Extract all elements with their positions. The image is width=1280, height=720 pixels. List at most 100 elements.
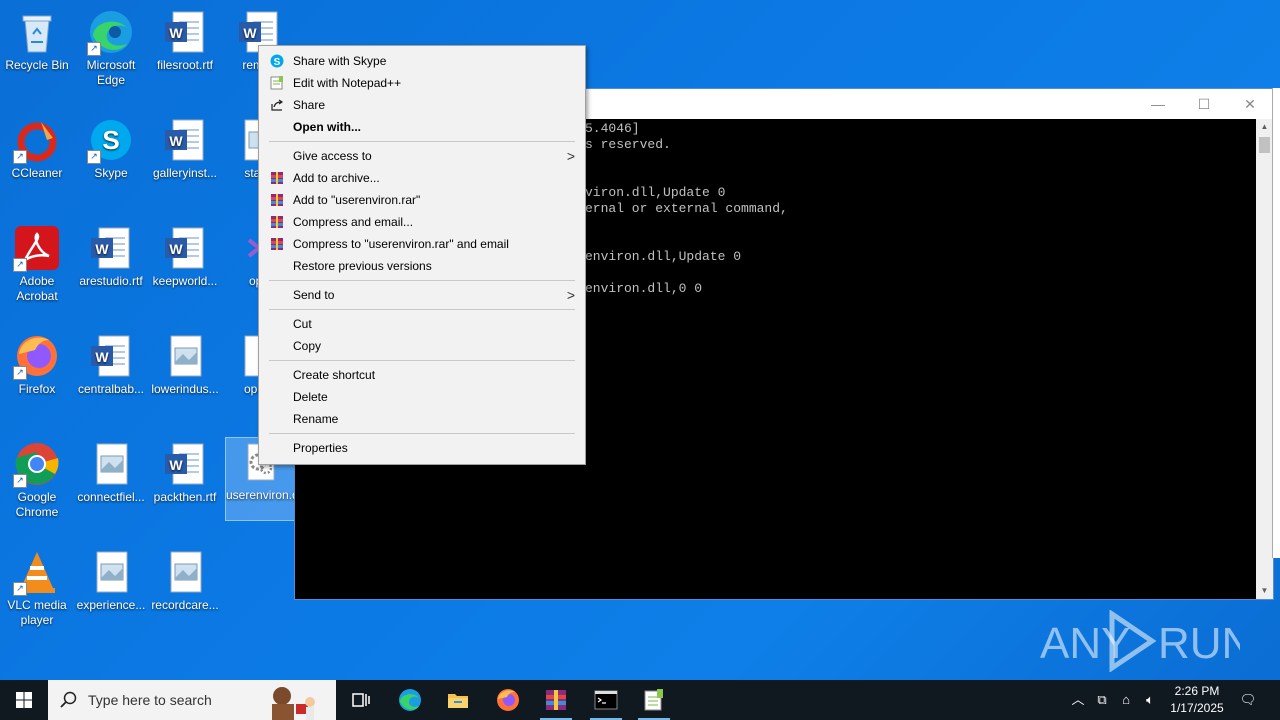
desktop-icon-microsoft-edge[interactable]: ↗ Microsoft Edge — [74, 8, 148, 88]
taskbar-search-box[interactable]: Type here to search — [48, 680, 336, 720]
menu-item-edit-with-notepadpp[interactable]: Edit with Notepad++ — [259, 72, 585, 94]
desktop-icon-vlc[interactable]: ↗ VLC media player — [0, 548, 74, 628]
winrar-icon — [546, 690, 566, 710]
menu-item-copy[interactable]: Copy — [259, 335, 585, 357]
search-icon — [60, 691, 77, 708]
cmd-icon — [594, 690, 618, 710]
word-doc-icon: W — [87, 332, 135, 380]
desktop-icon-filesroot[interactable]: W filesroot.rtf — [148, 8, 222, 73]
maximize-button[interactable]: ☐ — [1181, 89, 1227, 119]
clock-date: 1/17/2025 — [1170, 701, 1224, 715]
console-line: environ.dll,0 0 — [585, 281, 703, 296]
volume-icon[interactable]: 🔈︎ — [1140, 690, 1160, 710]
taskbar-file-explorer[interactable] — [434, 680, 482, 720]
taskbar-edge[interactable] — [386, 680, 434, 720]
icon-label: Skype — [94, 166, 128, 180]
winrar-icon — [271, 216, 283, 228]
menu-item-open-with[interactable]: Open with... — [259, 116, 585, 138]
icon-label: Google Chrome — [15, 490, 59, 519]
menu-item-create-shortcut[interactable]: Create shortcut — [259, 364, 585, 386]
desktop-icon-galleryinst[interactable]: W galleryinst... — [148, 116, 222, 181]
desktop-icon-keepworld[interactable]: W keepworld... — [148, 224, 222, 289]
menu-item-add-to-archive[interactable]: Add to archive... — [259, 167, 585, 189]
icon-label: Microsoft Edge — [86, 58, 136, 87]
taskbar-winrar[interactable] — [532, 680, 580, 720]
svg-text:W: W — [95, 241, 109, 257]
taskbar-task-view[interactable] — [336, 680, 384, 720]
notifications-icon[interactable]: 🗨︎ — [1238, 690, 1258, 710]
taskbar-notepadpp[interactable] — [630, 680, 678, 720]
desktop-icon-recordcare[interactable]: recordcare... — [148, 548, 222, 613]
menu-item-add-to-rar[interactable]: Add to "userenviron.rar" — [259, 189, 585, 211]
taskbar-cmd[interactable] — [582, 680, 630, 720]
svg-text:S: S — [274, 57, 281, 68]
desktop-icon-ccleaner[interactable]: ↗ CCleaner — [0, 116, 74, 181]
chevron-right-icon: > — [566, 148, 575, 164]
desktop-icon-experience[interactable]: experience... — [74, 548, 148, 613]
console-line: s reserved. — [585, 137, 671, 152]
desktop-icon-centralbab[interactable]: W centralbab... — [74, 332, 148, 397]
scroll-up-icon[interactable]: ▲ — [1256, 119, 1273, 135]
word-doc-icon: W — [161, 8, 209, 56]
svg-text:W: W — [243, 25, 257, 41]
close-button[interactable]: ✕ — [1227, 89, 1273, 119]
icon-label: Firefox — [18, 382, 56, 396]
scroll-down-icon[interactable]: ▼ — [1256, 583, 1273, 599]
start-button[interactable] — [0, 680, 48, 720]
menu-item-cut[interactable]: Cut — [259, 313, 585, 335]
svg-text:S: S — [102, 125, 119, 155]
icon-label: keepworld... — [152, 274, 218, 288]
console-line: 5.4046] — [585, 121, 640, 136]
menu-item-delete[interactable]: Delete — [259, 386, 585, 408]
icon-label: userenviron.dll — [226, 488, 305, 502]
icon-label: lowerindus... — [151, 382, 219, 396]
desktop-icon-lowerindus[interactable]: lowerindus... — [148, 332, 222, 397]
menu-item-share[interactable]: Share — [259, 94, 585, 116]
word-doc-icon: W — [161, 224, 209, 272]
console-line: viron.dll,Update 0 — [585, 185, 726, 200]
icon-label: recordcare... — [151, 598, 219, 612]
chevron-right-icon: > — [566, 287, 575, 303]
desktop-icon-arestudio[interactable]: W arestudio.rtf — [74, 224, 148, 289]
menu-item-restore-previous-versions[interactable]: Restore previous versions — [259, 255, 585, 277]
menu-item-compress-and-email[interactable]: Compress and email... — [259, 211, 585, 233]
menu-item-share-with-skype[interactable]: S Share with Skype — [259, 50, 585, 72]
icon-label: VLC media player — [7, 598, 67, 627]
background-window-edge[interactable] — [1272, 88, 1280, 558]
taskbar-firefox[interactable] — [484, 680, 532, 720]
menu-item-compress-to-rar-and-email[interactable]: Compress to "userenviron.rar" and email — [259, 233, 585, 255]
watermark-text-left: ANY — [1040, 619, 1130, 668]
shortcut-arrow-icon: ↗ — [13, 366, 27, 380]
image-file-icon — [161, 332, 209, 380]
icon-label: CCleaner — [11, 166, 63, 180]
shortcut-arrow-icon: ↗ — [87, 150, 101, 164]
chevron-up-icon[interactable]: ︿ — [1068, 690, 1088, 710]
menu-item-properties[interactable]: Properties — [259, 437, 585, 459]
desktop-icon-adobe-acrobat[interactable]: ↗ Adobe Acrobat — [0, 224, 74, 304]
acrobat-icon: ↗ — [13, 224, 61, 272]
desktop-icon-recycle-bin[interactable]: Recycle Bin — [0, 8, 74, 73]
context-menu[interactable]: S Share with Skype Edit with Notepad++ S… — [258, 45, 586, 465]
desktop-icon-skype[interactable]: S ↗ Skype — [74, 116, 148, 181]
notepadpp-icon — [644, 689, 663, 711]
minimize-button[interactable]: — — [1135, 89, 1181, 119]
word-doc-icon: W — [161, 116, 209, 164]
menu-separator — [269, 141, 575, 142]
menu-item-rename[interactable]: Rename — [259, 408, 585, 430]
taskbar: Type here to search ︿ ⧉ ⌂ 🔈︎ 2:26 PM 1/1… — [0, 680, 1280, 720]
taskbar-clock[interactable]: 2:26 PM 1/17/2025 — [1162, 683, 1232, 717]
icon-label: packthen.rtf — [153, 490, 217, 504]
icon-label: galleryinst... — [152, 166, 218, 180]
desktop-icon-google-chrome[interactable]: ↗ Google Chrome — [0, 440, 74, 520]
scroll-thumb[interactable] — [1259, 137, 1270, 153]
menu-item-give-access-to[interactable]: Give access to > — [259, 145, 585, 167]
desktop-icon-connectfiel[interactable]: connectfiel... — [74, 440, 148, 505]
icon-label: arestudio.rtf — [79, 274, 143, 288]
meet-now-icon[interactable]: ⧉ — [1092, 690, 1112, 710]
console-scrollbar[interactable]: ▲ ▼ — [1256, 119, 1273, 599]
network-icon[interactable]: ⌂ — [1116, 690, 1136, 710]
desktop-icon-packthen[interactable]: W packthen.rtf — [148, 440, 222, 505]
console-line: ​ — [585, 217, 1250, 233]
desktop-icon-firefox[interactable]: ↗ Firefox — [0, 332, 74, 397]
menu-item-send-to[interactable]: Send to > — [259, 284, 585, 306]
